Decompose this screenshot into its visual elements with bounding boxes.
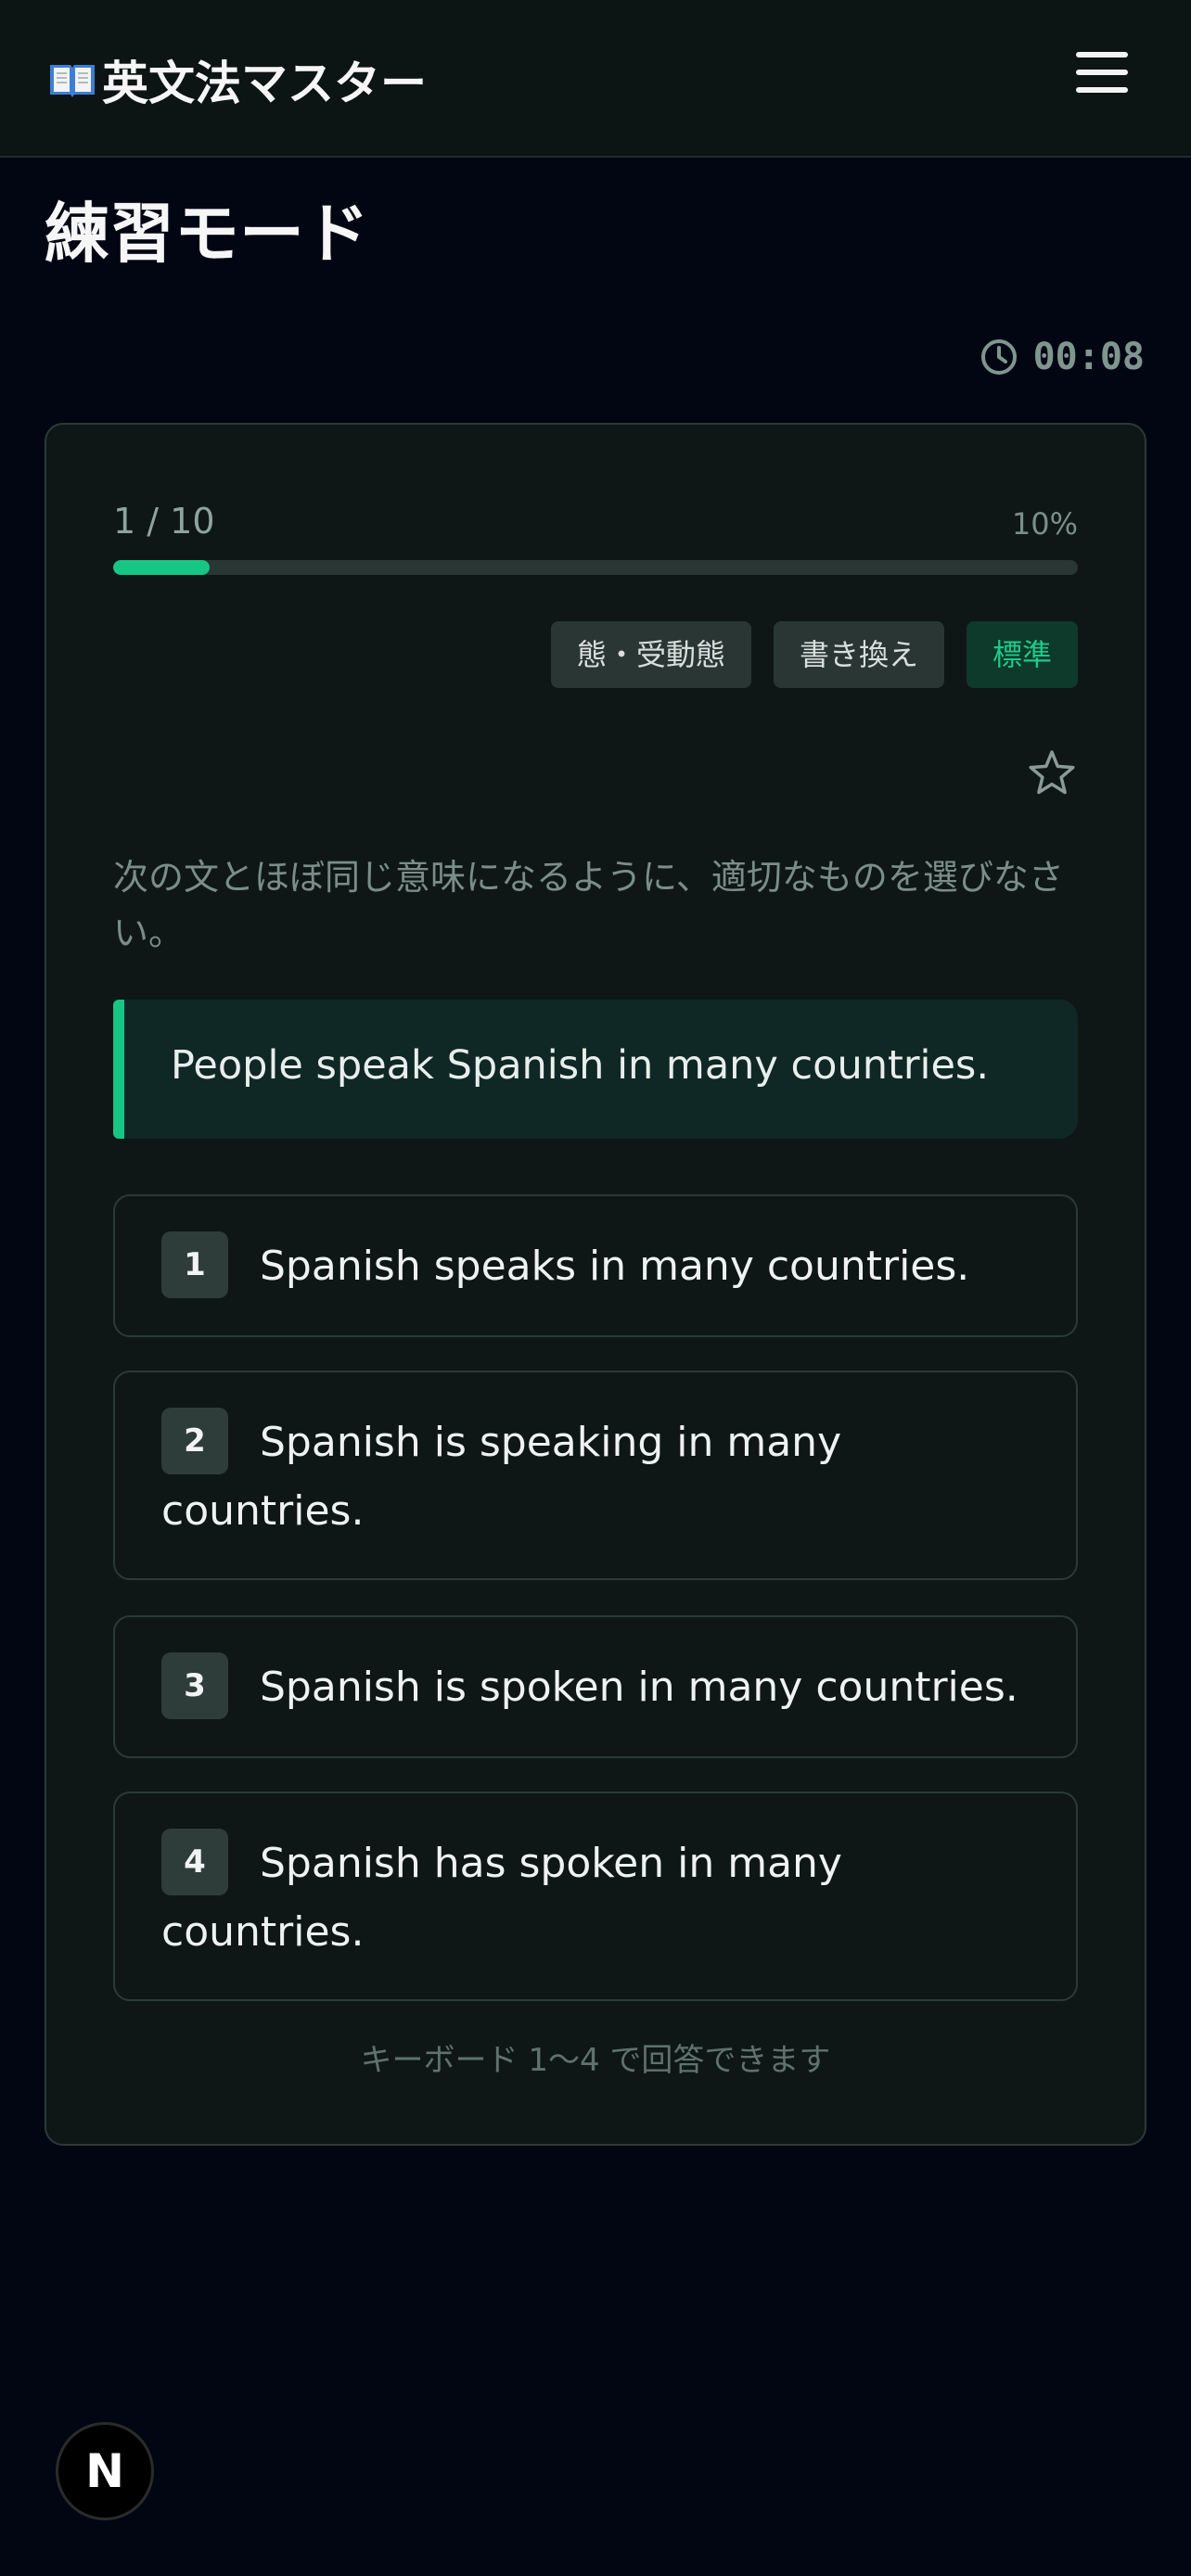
tag-difficulty: 標準	[966, 621, 1078, 688]
option-text: Spanish speaks in many countries.	[260, 1243, 970, 1290]
progress-fill	[113, 560, 210, 575]
answer-option-1[interactable]: 1 Spanish speaks in many countries.	[113, 1194, 1078, 1337]
question-instruction: 次の文とほぼ同じ意味になるように、適切なものを選びなさい。	[113, 857, 1064, 953]
nextjs-dev-badge[interactable]: N	[56, 2422, 154, 2520]
app-header: 英文法マスター	[0, 0, 1191, 158]
option-number: 1	[161, 1231, 228, 1298]
progress-bar	[113, 560, 1078, 575]
timer: 00:08	[980, 336, 1145, 378]
option-text: Spanish is speaking in many countries.	[161, 1419, 842, 1535]
brand-logo[interactable]: 英文法マスター	[46, 46, 427, 113]
page-title: 練習モード	[45, 196, 369, 272]
tag-category: 態・受動態	[550, 621, 751, 688]
option-number: 2	[161, 1408, 228, 1474]
progress-percent: 10%	[1011, 506, 1078, 542]
source-sentence: People speak Spanish in many countries.	[171, 1042, 990, 1089]
tag-type: 書き換え	[773, 621, 944, 688]
brand-title: 英文法マスター	[102, 57, 427, 110]
source-sentence-box: People speak Spanish in many countries.	[113, 1000, 1078, 1139]
tag-list: 態・受動態 書き換え 標準	[550, 621, 1078, 688]
answer-option-2[interactable]: 2 Spanish is speaking in many countries.	[113, 1371, 1078, 1580]
keyboard-hint: キーボード 1〜4 で回答できます	[360, 2042, 831, 2079]
progress-label: 1 / 10	[113, 501, 215, 542]
bookmark-star-icon[interactable]	[1026, 747, 1078, 799]
option-number: 3	[161, 1652, 228, 1719]
option-text: Spanish has spoken in many countries.	[161, 1840, 842, 1956]
answer-option-3[interactable]: 3 Spanish is spoken in many countries.	[113, 1615, 1078, 1758]
timer-value: 00:08	[1032, 336, 1145, 378]
answer-option-4[interactable]: 4 Spanish has spoken in many countries.	[113, 1792, 1078, 2001]
option-number: 4	[161, 1829, 228, 1895]
book-icon	[50, 65, 95, 97]
question-card: 1 / 10 10% 態・受動態 書き換え 標準 次の文とほぼ同じ意味になるよう…	[45, 423, 1146, 2146]
hamburger-icon[interactable]	[1067, 52, 1137, 108]
clock-icon	[980, 339, 1017, 375]
option-text: Spanish is spoken in many countries.	[260, 1664, 1018, 1711]
